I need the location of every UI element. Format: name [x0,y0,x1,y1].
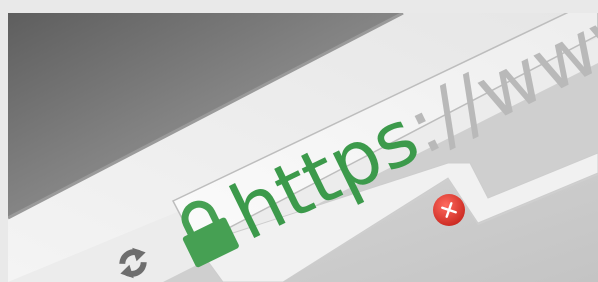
reload-icon[interactable] [112,243,153,282]
close-tab-button[interactable] [433,194,465,226]
screenshot-page: https://www [0,0,598,282]
browser-closeup-photo: https://www [8,13,598,282]
